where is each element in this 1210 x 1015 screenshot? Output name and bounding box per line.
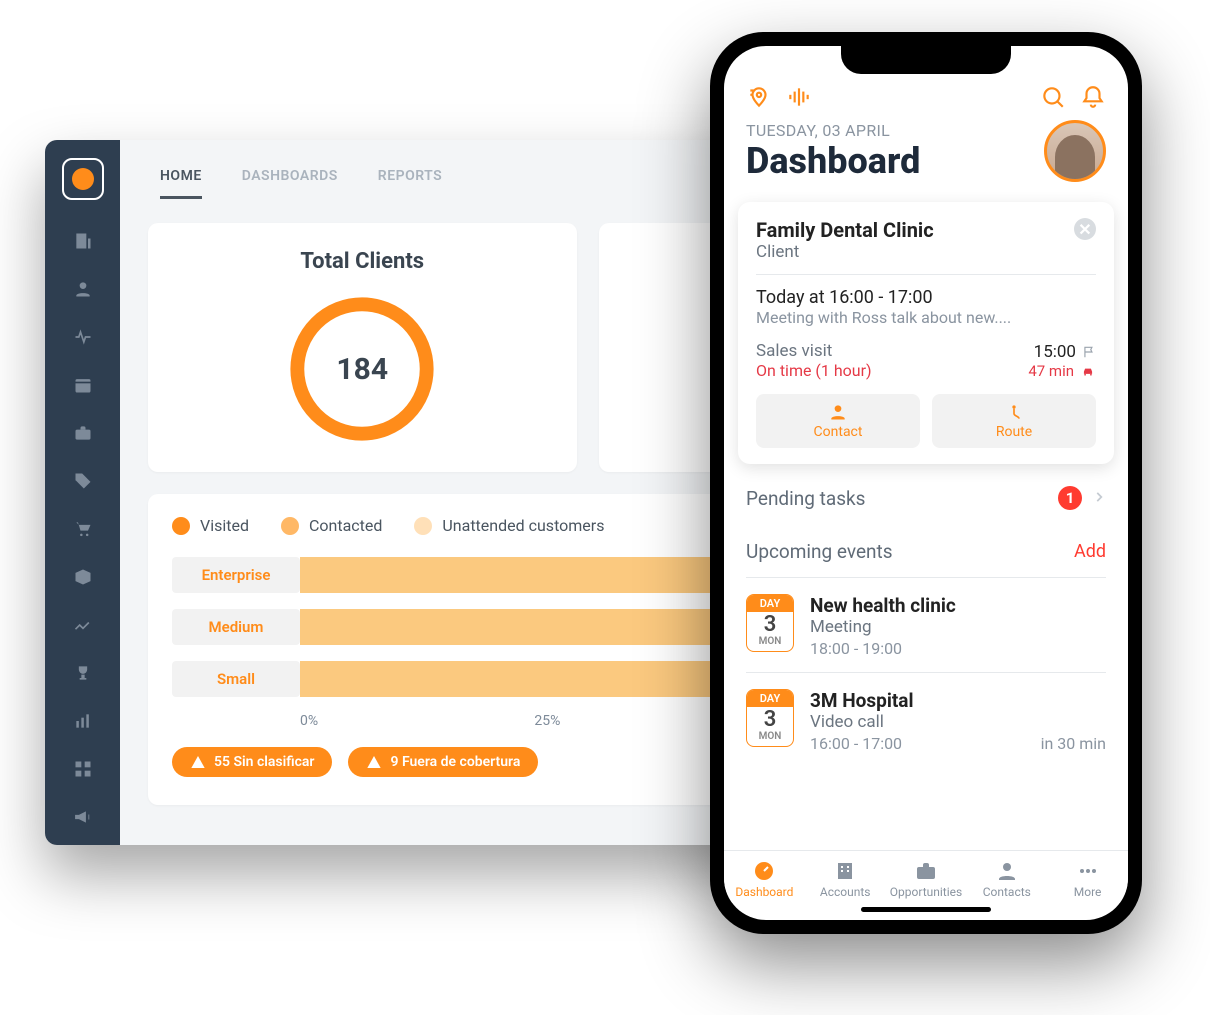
chart-line-icon[interactable] (72, 614, 94, 636)
warning-pill[interactable]: 55 Sin clasificar (172, 747, 332, 777)
calendar-icon[interactable] (72, 374, 94, 396)
bottom-tab-bar: Dashboard Accounts Opportunities Contact… (724, 850, 1128, 903)
day-chip: DAY3MON (746, 594, 794, 652)
phone-frame: TUESDAY, 03 APRIL Dashboard Family Denta… (710, 32, 1142, 934)
pending-tasks-row[interactable]: Pending tasks 1 (746, 486, 1106, 510)
clients-ring: 184 (285, 292, 439, 446)
bar-chart-icon[interactable] (72, 710, 94, 732)
page-title: Dashboard (746, 140, 920, 182)
megaphone-icon[interactable] (72, 806, 94, 828)
event-eta: in 30 min (1041, 734, 1106, 753)
date-label: TUESDAY, 03 APRIL (746, 121, 920, 140)
chevron-right-icon (1092, 489, 1106, 508)
divider (746, 672, 1106, 673)
event-title: New health clinic (810, 594, 1106, 617)
tab-dashboards[interactable]: DASHBOARDS (242, 168, 338, 199)
pending-tasks-label: Pending tasks (746, 487, 865, 510)
pending-count-badge: 1 (1058, 486, 1082, 510)
visit-eta: 47 min (1028, 362, 1096, 380)
tab-home[interactable]: HOME (160, 168, 202, 199)
activity-icon[interactable] (72, 326, 94, 348)
warning-pill[interactable]: 9 Fuera de cobertura (348, 747, 538, 777)
flag-icon (1082, 345, 1096, 359)
axis-tick: 0% (300, 713, 534, 729)
event-row[interactable]: DAY3MON New health clinicMeeting 18:00 - 1… (746, 594, 1106, 658)
tab-reports[interactable]: REPORTS (378, 168, 442, 199)
app-logo[interactable] (62, 158, 104, 200)
tab-contacts[interactable]: Contacts (970, 859, 1044, 899)
visit-title: Family Dental Clinic (756, 218, 934, 242)
avatar[interactable] (1044, 120, 1106, 182)
tab-accounts[interactable]: Accounts (808, 859, 882, 899)
box-icon[interactable] (72, 566, 94, 588)
briefcase-icon[interactable] (72, 422, 94, 444)
legend-visited: Visited (172, 516, 249, 535)
home-indicator (861, 907, 991, 912)
trophy-icon[interactable] (72, 662, 94, 684)
audio-wave-icon[interactable] (786, 84, 812, 110)
visit-label: Sales visit (756, 341, 872, 361)
legend-contacted: Contacted (281, 516, 382, 535)
visit-status: On time (1 hour) (756, 361, 872, 380)
visit-time: Today at 16:00 - 17:00 (756, 287, 1096, 308)
event-subtitle: Meeting (810, 617, 1106, 637)
event-row[interactable]: DAY3MON 3M HospitalVideo call 16:00 - 17:0… (746, 689, 1106, 753)
upcoming-events-label: Upcoming events (746, 540, 893, 563)
visit-card: Family Dental Clinic Client ✕ Today at 1… (738, 202, 1114, 464)
tab-more[interactable]: More (1051, 859, 1125, 899)
contact-button[interactable]: Contact (756, 394, 920, 448)
route-button[interactable]: Route (932, 394, 1096, 448)
bar-label: Small (172, 661, 300, 697)
close-icon[interactable]: ✕ (1074, 218, 1096, 240)
phone-screen: TUESDAY, 03 APRIL Dashboard Family Denta… (724, 46, 1128, 920)
tab-opportunities[interactable]: Opportunities (889, 859, 963, 899)
event-subtitle: Video call (810, 712, 1025, 732)
location-icon[interactable] (746, 84, 772, 110)
legend-unattended: Unattended customers (414, 516, 604, 535)
tag-icon[interactable] (72, 470, 94, 492)
car-icon (1080, 364, 1096, 378)
tab-dashboard[interactable]: Dashboard (727, 859, 801, 899)
bar-label: Medium (172, 609, 300, 645)
event-title: 3M Hospital (810, 689, 1025, 712)
search-icon[interactable] (1040, 84, 1066, 110)
event-time: 18:00 - 19:00 (810, 639, 1106, 658)
card-title: Total Clients (300, 249, 424, 274)
building-icon[interactable] (72, 230, 94, 252)
grid-icon[interactable] (72, 758, 94, 780)
bar-label: Enterprise (172, 557, 300, 593)
cart-icon[interactable] (72, 518, 94, 540)
add-event-button[interactable]: Add (1074, 541, 1106, 562)
event-time: 16:00 - 17:00 (810, 734, 1025, 753)
bell-icon[interactable] (1080, 84, 1106, 110)
visit-subtitle: Client (756, 242, 934, 262)
card-total-clients: Total Clients 184 (148, 223, 577, 472)
user-icon[interactable] (72, 278, 94, 300)
side-nav (45, 140, 120, 845)
day-chip: DAY3MON (746, 689, 794, 747)
visit-arrival: 15:00 (1028, 342, 1096, 362)
phone-notch (841, 46, 1011, 74)
visit-desc: Meeting with Ross talk about new.... (756, 308, 1096, 327)
